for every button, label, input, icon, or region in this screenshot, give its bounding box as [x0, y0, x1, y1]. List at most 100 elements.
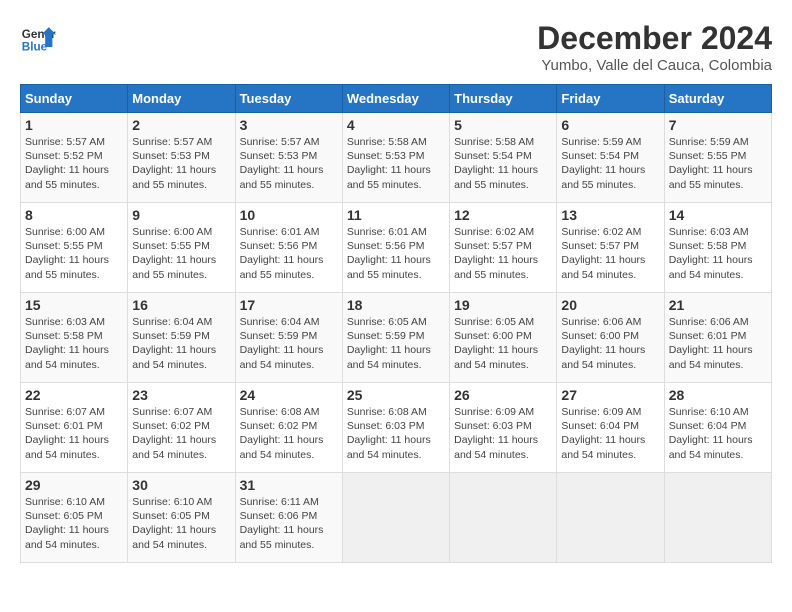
- calendar-cell: 10 Sunrise: 6:01 AMSunset: 5:56 PMDayligh…: [235, 203, 342, 293]
- day-info: Sunrise: 5:58 AMSunset: 5:53 PMDaylight:…: [347, 135, 445, 192]
- day-info: Sunrise: 6:11 AMSunset: 6:06 PMDaylight:…: [240, 495, 338, 552]
- calendar-cell: 31 Sunrise: 6:11 AMSunset: 6:06 PMDayligh…: [235, 473, 342, 563]
- calendar-week-3: 15 Sunrise: 6:03 AMSunset: 5:58 PMDayligh…: [21, 293, 772, 383]
- calendar-cell: 17 Sunrise: 6:04 AMSunset: 5:59 PMDayligh…: [235, 293, 342, 383]
- day-number: 15: [25, 297, 123, 313]
- day-info: Sunrise: 5:57 AMSunset: 5:53 PMDaylight:…: [240, 135, 338, 192]
- day-number: 6: [561, 117, 659, 133]
- header-friday: Friday: [557, 85, 664, 113]
- calendar-cell: 18 Sunrise: 6:05 AMSunset: 5:59 PMDayligh…: [342, 293, 449, 383]
- day-info: Sunrise: 6:08 AMSunset: 6:03 PMDaylight:…: [347, 405, 445, 462]
- day-number: 25: [347, 387, 445, 403]
- day-number: 8: [25, 207, 123, 223]
- day-number: 2: [132, 117, 230, 133]
- day-number: 4: [347, 117, 445, 133]
- calendar-cell: 20 Sunrise: 6:06 AMSunset: 6:00 PMDayligh…: [557, 293, 664, 383]
- day-info: Sunrise: 6:10 AMSunset: 6:05 PMDaylight:…: [25, 495, 123, 552]
- calendar-cell: 6 Sunrise: 5:59 AMSunset: 5:54 PMDaylight…: [557, 113, 664, 203]
- calendar-cell: 21 Sunrise: 6:06 AMSunset: 6:01 PMDayligh…: [664, 293, 771, 383]
- calendar-header-row: SundayMondayTuesdayWednesdayThursdayFrid…: [21, 85, 772, 113]
- day-info: Sunrise: 5:59 AMSunset: 5:55 PMDaylight:…: [669, 135, 767, 192]
- day-info: Sunrise: 6:06 AMSunset: 6:00 PMDaylight:…: [561, 315, 659, 372]
- calendar-cell: 3 Sunrise: 5:57 AMSunset: 5:53 PMDaylight…: [235, 113, 342, 203]
- day-info: Sunrise: 6:00 AMSunset: 5:55 PMDaylight:…: [132, 225, 230, 282]
- day-info: Sunrise: 6:06 AMSunset: 6:01 PMDaylight:…: [669, 315, 767, 372]
- calendar-cell: 5 Sunrise: 5:58 AMSunset: 5:54 PMDaylight…: [450, 113, 557, 203]
- day-info: Sunrise: 6:02 AMSunset: 5:57 PMDaylight:…: [454, 225, 552, 282]
- day-number: 19: [454, 297, 552, 313]
- calendar-week-1: 1 Sunrise: 5:57 AMSunset: 5:52 PMDaylight…: [21, 113, 772, 203]
- day-info: Sunrise: 5:57 AMSunset: 5:52 PMDaylight:…: [25, 135, 123, 192]
- calendar-cell: 2 Sunrise: 5:57 AMSunset: 5:53 PMDaylight…: [128, 113, 235, 203]
- day-number: 5: [454, 117, 552, 133]
- day-number: 21: [669, 297, 767, 313]
- calendar-cell: 9Sunrise: 6:00 AMSunset: 5:55 PMDaylight…: [128, 203, 235, 293]
- calendar-week-5: 29 Sunrise: 6:10 AMSunset: 6:05 PMDayligh…: [21, 473, 772, 563]
- calendar-cell: 25 Sunrise: 6:08 AMSunset: 6:03 PMDayligh…: [342, 383, 449, 473]
- day-number: 30: [132, 477, 230, 493]
- day-info: Sunrise: 6:07 AMSunset: 6:01 PMDaylight:…: [25, 405, 123, 462]
- calendar-cell: 16Sunrise: 6:04 AMSunset: 5:59 PMDayligh…: [128, 293, 235, 383]
- day-info: Sunrise: 6:03 AMSunset: 5:58 PMDaylight:…: [25, 315, 123, 372]
- calendar-cell: 19 Sunrise: 6:05 AMSunset: 6:00 PMDayligh…: [450, 293, 557, 383]
- header-thursday: Thursday: [450, 85, 557, 113]
- day-info: Sunrise: 5:58 AMSunset: 5:54 PMDaylight:…: [454, 135, 552, 192]
- day-number: 29: [25, 477, 123, 493]
- day-info: Sunrise: 6:10 AMSunset: 6:04 PMDaylight:…: [669, 405, 767, 462]
- svg-text:Blue: Blue: [22, 41, 48, 54]
- day-number: 7: [669, 117, 767, 133]
- day-info: Sunrise: 6:05 AMSunset: 5:59 PMDaylight:…: [347, 315, 445, 372]
- day-info: Sunrise: 5:59 AMSunset: 5:54 PMDaylight:…: [561, 135, 659, 192]
- day-info: Sunrise: 6:10 AMSunset: 6:05 PMDaylight:…: [132, 495, 230, 552]
- calendar-cell: 4 Sunrise: 5:58 AMSunset: 5:53 PMDaylight…: [342, 113, 449, 203]
- calendar-cell: 22 Sunrise: 6:07 AMSunset: 6:01 PMDayligh…: [21, 383, 128, 473]
- calendar-cell: [450, 473, 557, 563]
- header-monday: Monday: [128, 85, 235, 113]
- calendar-cell: 11Sunrise: 6:01 AMSunset: 5:56 PMDayligh…: [342, 203, 449, 293]
- title-block: December 2024 Yumbo, Valle del Cauca, Co…: [537, 20, 772, 74]
- location-title: Yumbo, Valle del Cauca, Colombia: [537, 57, 772, 74]
- day-info: Sunrise: 6:04 AMSunset: 5:59 PMDaylight:…: [240, 315, 338, 372]
- day-info: Sunrise: 6:04 AMSunset: 5:59 PMDaylight:…: [132, 315, 230, 372]
- calendar-cell: 13 Sunrise: 6:02 AMSunset: 5:57 PMDayligh…: [557, 203, 664, 293]
- day-number: 3: [240, 117, 338, 133]
- day-number: 13: [561, 207, 659, 223]
- header-sunday: Sunday: [21, 85, 128, 113]
- day-number: 14: [669, 207, 767, 223]
- calendar-cell: 29 Sunrise: 6:10 AMSunset: 6:05 PMDayligh…: [21, 473, 128, 563]
- page-header: General Blue December 2024 Yumbo, Valle …: [20, 20, 772, 74]
- day-number: 1: [25, 117, 123, 133]
- day-info: Sunrise: 5:57 AMSunset: 5:53 PMDaylight:…: [132, 135, 230, 192]
- day-info: Sunrise: 6:01 AMSunset: 5:56 PMDaylight:…: [240, 225, 338, 282]
- header-saturday: Saturday: [664, 85, 771, 113]
- day-number: 18: [347, 297, 445, 313]
- calendar-table: SundayMondayTuesdayWednesdayThursdayFrid…: [20, 84, 772, 563]
- calendar-cell: 15 Sunrise: 6:03 AMSunset: 5:58 PMDayligh…: [21, 293, 128, 383]
- calendar-cell: 24Sunrise: 6:08 AMSunset: 6:02 PMDayligh…: [235, 383, 342, 473]
- calendar-cell: 1 Sunrise: 5:57 AMSunset: 5:52 PMDaylight…: [21, 113, 128, 203]
- header-wednesday: Wednesday: [342, 85, 449, 113]
- calendar-cell: 26 Sunrise: 6:09 AMSunset: 6:03 PMDayligh…: [450, 383, 557, 473]
- day-number: 22: [25, 387, 123, 403]
- day-number: 31: [240, 477, 338, 493]
- calendar-cell: 28 Sunrise: 6:10 AMSunset: 6:04 PMDayligh…: [664, 383, 771, 473]
- day-number: 26: [454, 387, 552, 403]
- month-title: December 2024: [537, 20, 772, 57]
- day-number: 20: [561, 297, 659, 313]
- day-number: 23: [132, 387, 230, 403]
- day-number: 10: [240, 207, 338, 223]
- calendar-cell: 7 Sunrise: 5:59 AMSunset: 5:55 PMDaylight…: [664, 113, 771, 203]
- logo-icon: General Blue: [20, 20, 56, 56]
- calendar-week-4: 22 Sunrise: 6:07 AMSunset: 6:01 PMDayligh…: [21, 383, 772, 473]
- calendar-cell: 30 Sunrise: 6:10 AMSunset: 6:05 PMDayligh…: [128, 473, 235, 563]
- day-info: Sunrise: 6:07 AMSunset: 6:02 PMDaylight:…: [132, 405, 230, 462]
- day-number: 24: [240, 387, 338, 403]
- day-number: 28: [669, 387, 767, 403]
- day-info: Sunrise: 6:02 AMSunset: 5:57 PMDaylight:…: [561, 225, 659, 282]
- calendar-cell: [342, 473, 449, 563]
- calendar-week-2: 8 Sunrise: 6:00 AMSunset: 5:55 PMDaylight…: [21, 203, 772, 293]
- calendar-cell: 8Sunrise: 6:00 AMSunset: 5:55 PMDaylight…: [21, 203, 128, 293]
- day-info: Sunrise: 6:09 AMSunset: 6:03 PMDaylight:…: [454, 405, 552, 462]
- day-number: 17: [240, 297, 338, 313]
- day-info: Sunrise: 6:05 AMSunset: 6:00 PMDaylight:…: [454, 315, 552, 372]
